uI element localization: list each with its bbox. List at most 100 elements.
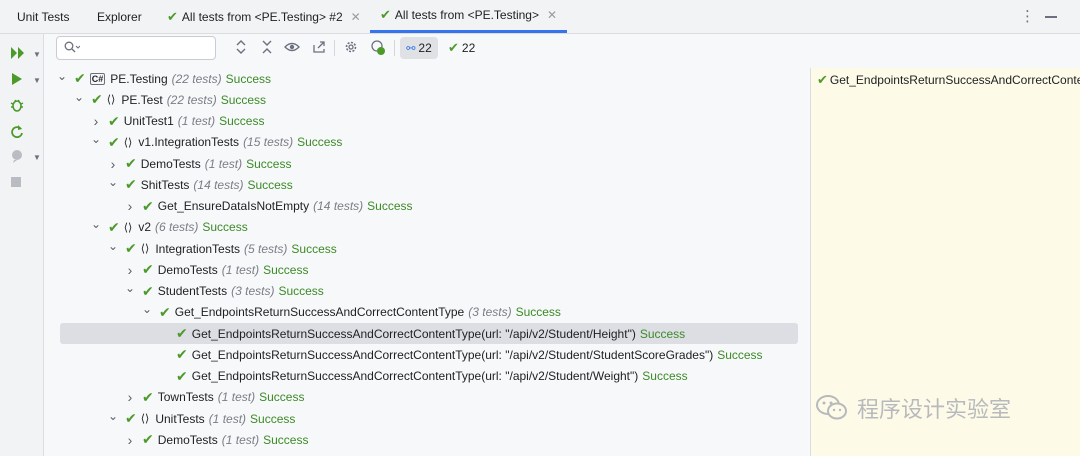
filter-total-toggle[interactable]: ⚯ 22 — [400, 37, 438, 59]
success-count: 22 — [461, 41, 476, 55]
success-check-icon: ✔ — [167, 8, 178, 24]
tab-label: Unit Tests — [17, 9, 70, 24]
tree-row[interactable]: ⌄ ✔ StudentTests (3 tests) Success — [44, 281, 810, 302]
chevron-down-icon[interactable]: ▼ — [33, 76, 41, 85]
chevron-right-icon[interactable]: › — [90, 113, 102, 129]
tab-unit-tests[interactable]: Unit Tests — [17, 0, 69, 33]
csharp-project-icon: C# — [89, 72, 106, 85]
chevron-down-icon[interactable]: ⌄ — [107, 175, 119, 189]
test-name: v1.IntegrationTests — [138, 135, 240, 150]
chevron-down-icon[interactable]: ⌄ — [124, 281, 136, 295]
total-count: 22 — [418, 41, 432, 55]
test-name: DemoTests — [140, 156, 201, 171]
run-icon[interactable] — [10, 72, 24, 88]
watermark: 程序设计实验室 — [815, 392, 1011, 424]
chevron-down-icon[interactable]: ⌄ — [107, 239, 119, 253]
tree-row[interactable]: ⌄ ✔ ShitTests (14 tests) Success — [44, 174, 810, 195]
tree-row[interactable]: ⌄ ✔ ⟨⟩ v1.IntegrationTests (15 tests) Success — [44, 132, 810, 153]
chevron-down-icon[interactable]: ⌄ — [90, 132, 102, 146]
test-count: (22 tests) — [166, 92, 217, 107]
tree-row[interactable]: ›✔Get_EndpointsReturnSuccessAndCorrectCo… — [44, 344, 810, 365]
status-text: Success — [225, 71, 271, 86]
tree-row[interactable]: ⌄ ✔ ⟨⟩ IntegrationTests (5 tests) Success — [44, 238, 810, 259]
filter-success-icon[interactable] — [370, 40, 386, 59]
tree-row[interactable]: › ✔ DemoTests (1 test) Success — [44, 259, 810, 280]
debug-icon[interactable] — [10, 98, 24, 114]
tab-all-tests-2[interactable]: ✔ All tests from <PE.Testing> #2 ✕ — [167, 0, 361, 33]
rerun-icon[interactable] — [10, 124, 24, 140]
tab-bar: Unit Tests Explorer ✔ All tests from <PE… — [0, 0, 1080, 34]
chevron-right-icon[interactable]: › — [124, 432, 136, 448]
success-check-icon: ✔ — [142, 282, 154, 299]
chevron-down-icon[interactable]: ▼ — [33, 153, 41, 162]
status-text: Success — [259, 390, 305, 405]
test-count: (1 test) — [221, 432, 260, 447]
tree-row[interactable]: ⌄ ✔ ⟨⟩ UnitTests (1 test) Success — [44, 408, 810, 429]
tree-row[interactable]: ⌄ ✔ Get_EndpointsReturnSuccessAndCorrectCo… — [44, 302, 810, 323]
test-name: DemoTests — [157, 262, 218, 277]
status-text: Success — [278, 284, 324, 298]
success-check-icon: ✔ — [142, 197, 154, 214]
test-count: (3 tests) — [231, 284, 275, 298]
gear-icon[interactable] — [344, 40, 358, 57]
close-icon[interactable]: ✕ — [351, 10, 361, 24]
status-text: Success — [246, 156, 292, 171]
link-icon: ⚯ — [406, 42, 416, 55]
tree-row[interactable]: › ✔ DemoTests (1 test) Success — [44, 429, 810, 450]
namespace-icon: ⟨⟩ — [123, 136, 133, 149]
export-icon[interactable] — [312, 40, 326, 57]
tree-row[interactable]: ›✔Get_EndpointsReturnSuccessAndCorrectCo… — [44, 366, 810, 387]
tree-row[interactable]: ⌄ ✔ C# PE.Testing (22 tests) Success — [44, 68, 810, 89]
chevron-right-icon[interactable]: › — [124, 198, 136, 214]
search-icon — [64, 41, 81, 56]
chevron-down-icon[interactable]: ▼ — [33, 50, 41, 59]
test-count: (22 tests) — [171, 71, 222, 86]
test-name: Get_EndpointsReturnSuccessAndCorrectCont… — [191, 347, 714, 362]
test-count: (1 test) — [204, 156, 243, 171]
tree-row[interactable]: ›✔Get_EndpointsReturnSuccessAndCorrectCo… — [44, 323, 810, 344]
chevron-down-icon[interactable]: ⌄ — [141, 302, 153, 316]
stop-icon[interactable] — [10, 176, 22, 190]
search-input[interactable] — [56, 36, 216, 60]
output-text: Get_EndpointsReturnSuccessAndCorrectCont… — [829, 73, 1080, 87]
tree-row[interactable]: ⌄ ✔ ⟨⟩ v2 (6 tests) Success — [44, 217, 810, 238]
tab-explorer[interactable]: Explorer — [97, 0, 142, 33]
chevron-right-icon[interactable]: › — [124, 389, 136, 405]
tree-row[interactable]: › ✔ DemoTests (1 test) Success — [44, 153, 810, 174]
filter-success-toggle[interactable]: ✔ 22 — [448, 40, 475, 56]
more-options-icon[interactable]: ⋮ — [1020, 7, 1035, 25]
tab-all-tests[interactable]: ✔ All tests from <PE.Testing> ✕ — [370, 0, 568, 33]
tree-row[interactable]: › ✔ UnitTest1 (1 test) Success — [44, 111, 810, 132]
collapse-all-icon[interactable] — [260, 40, 274, 57]
success-check-icon: ✔ — [142, 388, 154, 405]
success-check-icon: ✔ — [159, 303, 171, 320]
test-tree: ⌄ ✔ C# PE.Testing (22 tests) Success ⌄ ✔ ⟨⟩ PE.Te… — [44, 68, 810, 456]
minimize-icon[interactable] — [1045, 16, 1057, 18]
status-text: Success — [220, 92, 267, 107]
chevron-down-icon[interactable]: ⌄ — [107, 409, 119, 423]
eye-icon[interactable] — [284, 40, 300, 57]
left-toolbar: ▼ ▼ ▼ — [0, 34, 44, 456]
cover-icon[interactable] — [10, 149, 24, 165]
tree-row[interactable]: › ✔ Get_EnsureDataIsNotEmpty (14 tests) Succ… — [44, 196, 810, 217]
chevron-down-icon[interactable]: ⌄ — [56, 69, 68, 83]
chevron-down-icon[interactable]: ⌄ — [73, 90, 85, 104]
run-all-icon[interactable] — [10, 46, 26, 62]
tree-row[interactable]: ⌄ ✔ ⟨⟩ PE.Test (22 tests) Success — [44, 89, 810, 110]
test-count: (5 tests) — [244, 241, 288, 256]
success-check-icon: ✔ — [380, 7, 391, 22]
expand-all-icon[interactable] — [234, 40, 248, 57]
test-count: (6 tests) — [155, 220, 199, 235]
tree-row[interactable]: › ✔ TownTests (1 test) Success — [44, 387, 810, 408]
chevron-right-icon[interactable]: › — [107, 156, 119, 172]
test-name: UnitTest1 — [123, 114, 174, 128]
success-check-icon: ✔ — [108, 218, 120, 235]
success-check-icon: ✔ — [176, 325, 188, 341]
chevron-right-icon[interactable]: › — [124, 262, 136, 278]
close-icon[interactable]: ✕ — [547, 8, 557, 22]
chevron-down-icon[interactable]: ⌄ — [90, 217, 102, 231]
success-check-icon: ✔ — [142, 431, 154, 448]
success-check-icon: ✔ — [448, 40, 459, 55]
status-text: Success — [247, 177, 293, 192]
success-check-icon: ✔ — [74, 70, 86, 86]
